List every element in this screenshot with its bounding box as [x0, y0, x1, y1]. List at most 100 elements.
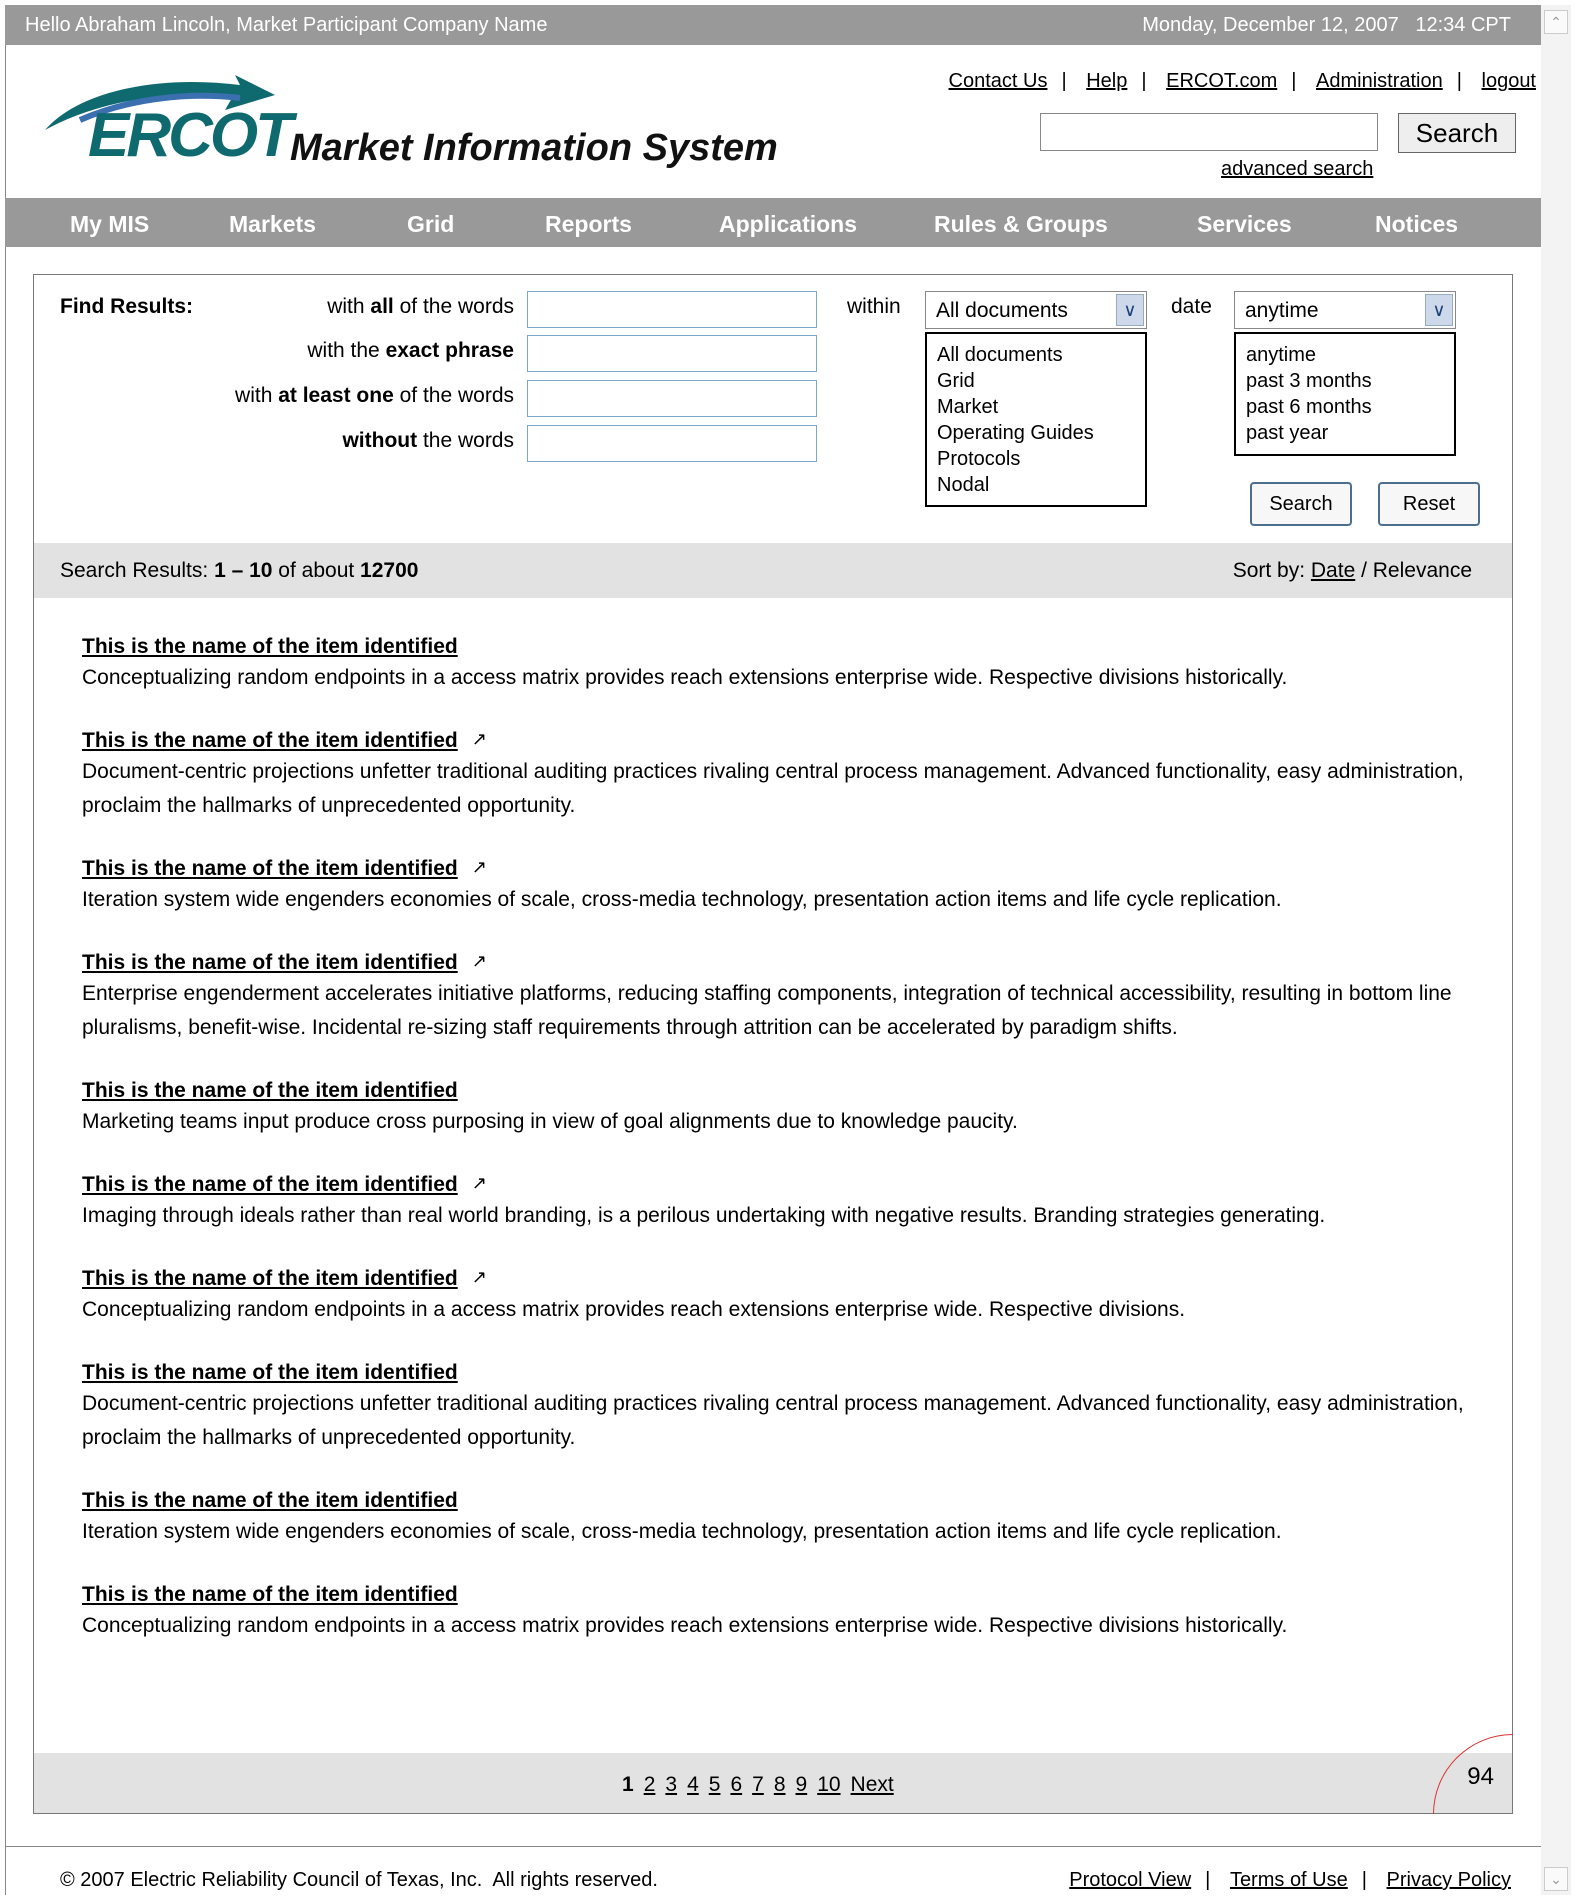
within-option[interactable]: Market — [927, 394, 1145, 420]
without-label: without the words — [184, 429, 514, 453]
external-link-icon[interactable]: ↗ — [472, 951, 487, 972]
scrollbar[interactable]: ⌃ ⌄ — [1541, 5, 1571, 1895]
page-link[interactable]: 6 — [730, 1773, 742, 1796]
result-title-link[interactable]: This is the name of the item identified — [82, 729, 458, 752]
sort-relevance[interactable]: Relevance — [1373, 559, 1472, 582]
privacy-policy-link[interactable]: Privacy Policy — [1387, 1869, 1511, 1891]
external-link-icon[interactable]: ↗ — [472, 1173, 487, 1194]
exact-phrase-label: with the exact phrase — [184, 339, 514, 363]
result-title-link[interactable]: This is the name of the item identified — [82, 635, 458, 658]
sort-separator: / — [1355, 559, 1373, 582]
at-least-one-pre: with — [235, 384, 279, 407]
nav-services[interactable]: Services — [1197, 211, 1292, 238]
external-link-icon[interactable]: ↗ — [472, 1267, 487, 1288]
within-option[interactable]: All documents — [927, 342, 1145, 368]
pagination: 1 2 3 4 5 6 7 8 9 10 Next — [34, 1734, 1513, 1814]
result-title-link[interactable]: This is the name of the item identified — [82, 1489, 458, 1512]
all-words-input[interactable] — [527, 291, 817, 328]
page-link[interactable]: 2 — [644, 1773, 656, 1796]
nav-notices[interactable]: Notices — [1375, 211, 1458, 238]
sort-date-link[interactable]: Date — [1311, 559, 1355, 582]
page-link[interactable]: 8 — [774, 1773, 786, 1796]
all-words-bold: all — [370, 295, 394, 318]
result-description: Document-centric projections unfetter tr… — [82, 1392, 1464, 1449]
page-link[interactable]: 10 — [817, 1773, 840, 1796]
advanced-search-link[interactable]: advanced search — [1221, 158, 1373, 181]
administration-link[interactable]: Administration — [1316, 70, 1443, 92]
page-link[interactable]: 5 — [709, 1773, 721, 1796]
nav-reports[interactable]: Reports — [545, 211, 632, 238]
date-select[interactable]: anytime ∨ — [1234, 291, 1456, 329]
nav-applications[interactable]: Applications — [719, 211, 857, 238]
result-item: This is the name of the item identified ↗… — [82, 729, 1472, 823]
page-number: 94 — [1467, 1763, 1494, 1790]
ercot-logo: ERCOT — [40, 70, 293, 175]
result-title-link[interactable]: This is the name of the item identified — [82, 1267, 458, 1290]
chevron-down-icon[interactable]: ∨ — [1425, 294, 1453, 326]
result-title-link[interactable]: This is the name of the item identified — [82, 1079, 458, 1102]
search-button[interactable]: Search — [1250, 482, 1352, 526]
within-options-list[interactable]: All documents Grid Market Operating Guid… — [925, 332, 1147, 507]
date-options-list[interactable]: anytime past 3 months past 6 months past… — [1234, 332, 1456, 456]
nav-markets[interactable]: Markets — [229, 211, 316, 238]
external-link-icon[interactable]: ↗ — [472, 857, 487, 878]
scroll-down-icon[interactable]: ⌄ — [1544, 1867, 1568, 1891]
footer-links: Protocol View | Terms of Use | Privacy Pol… — [1069, 1869, 1511, 1891]
date-option[interactable]: anytime — [1236, 342, 1454, 368]
terms-of-use-link[interactable]: Terms of Use — [1230, 1869, 1348, 1891]
result-description: Conceptualizing random endpoints in a ac… — [82, 1614, 1288, 1637]
results-list: This is the name of the item identified C… — [82, 635, 1472, 1677]
result-item: This is the name of the item identified ↗… — [82, 1173, 1472, 1233]
within-option[interactable]: Nodal — [927, 472, 1145, 498]
results-count: Search Results: 1 – 10 of about 12700 — [60, 559, 418, 583]
result-description: Conceptualizing random endpoints in a ac… — [82, 666, 1288, 689]
page-link[interactable]: 4 — [687, 1773, 699, 1796]
result-item: This is the name of the item identified ↗… — [82, 951, 1472, 1045]
result-title-link[interactable]: This is the name of the item identified — [82, 857, 458, 880]
scroll-up-icon[interactable]: ⌃ — [1544, 10, 1568, 34]
within-option[interactable]: Operating Guides — [927, 420, 1145, 446]
result-item: This is the name of the item identified M… — [82, 1079, 1472, 1139]
date-option[interactable]: past year — [1236, 420, 1454, 446]
nav-rules-groups[interactable]: Rules & Groups — [934, 211, 1108, 238]
nav-grid[interactable]: Grid — [407, 211, 454, 238]
result-title-link[interactable]: This is the name of the item identified — [82, 1361, 458, 1384]
result-description: Iteration system wide engenders economie… — [82, 1520, 1282, 1543]
page-link[interactable]: 3 — [665, 1773, 677, 1796]
date-option[interactable]: past 6 months — [1236, 394, 1454, 420]
exact-phrase-pre: with the — [307, 339, 386, 362]
at-least-one-label: with at least one of the words — [134, 384, 514, 408]
without-input[interactable] — [527, 425, 817, 462]
protocol-view-link[interactable]: Protocol View — [1069, 1869, 1191, 1891]
result-title-link[interactable]: This is the name of the item identified — [82, 1173, 458, 1196]
result-item: This is the name of the item identified ↗… — [82, 857, 1472, 917]
date-option[interactable]: past 3 months — [1236, 368, 1454, 394]
within-option[interactable]: Protocols — [927, 446, 1145, 472]
nav-my-mis[interactable]: My MIS — [70, 211, 149, 238]
ercot-com-link[interactable]: ERCOT.com — [1166, 70, 1277, 92]
result-title-link[interactable]: This is the name of the item identified — [82, 1583, 458, 1606]
results-prefix: Search Results: — [60, 559, 215, 582]
reset-button[interactable]: Reset — [1378, 482, 1480, 526]
contact-us-link[interactable]: Contact Us — [949, 70, 1048, 92]
logout-link[interactable]: logout — [1482, 70, 1537, 92]
within-option[interactable]: Grid — [927, 368, 1145, 394]
date-time: Monday, December 12, 2007 12:34 CPT — [1142, 14, 1511, 36]
results-summary-bar: Search Results: 1 – 10 of about 12700 So… — [34, 543, 1512, 598]
result-title-link[interactable]: This is the name of the item identified — [82, 951, 458, 974]
at-least-one-input[interactable] — [527, 380, 817, 417]
page-link[interactable]: 9 — [796, 1773, 808, 1796]
header-search-button[interactable]: Search — [1398, 113, 1516, 153]
chevron-down-icon[interactable]: ∨ — [1116, 294, 1144, 326]
external-link-icon[interactable]: ↗ — [472, 729, 487, 750]
main-nav: My MIS Markets Grid Reports Applications… — [5, 198, 1541, 247]
exact-phrase-input[interactable] — [527, 335, 817, 372]
next-page-link[interactable]: Next — [851, 1773, 894, 1796]
results-range: 1 – 10 — [214, 559, 273, 582]
logo-text: ERCOT — [88, 101, 293, 170]
page-link[interactable]: 7 — [752, 1773, 764, 1796]
at-least-one-post: of the words — [393, 384, 514, 407]
header-search-input[interactable] — [1040, 113, 1378, 151]
within-select[interactable]: All documents ∨ — [925, 291, 1147, 329]
help-link[interactable]: Help — [1086, 70, 1127, 92]
